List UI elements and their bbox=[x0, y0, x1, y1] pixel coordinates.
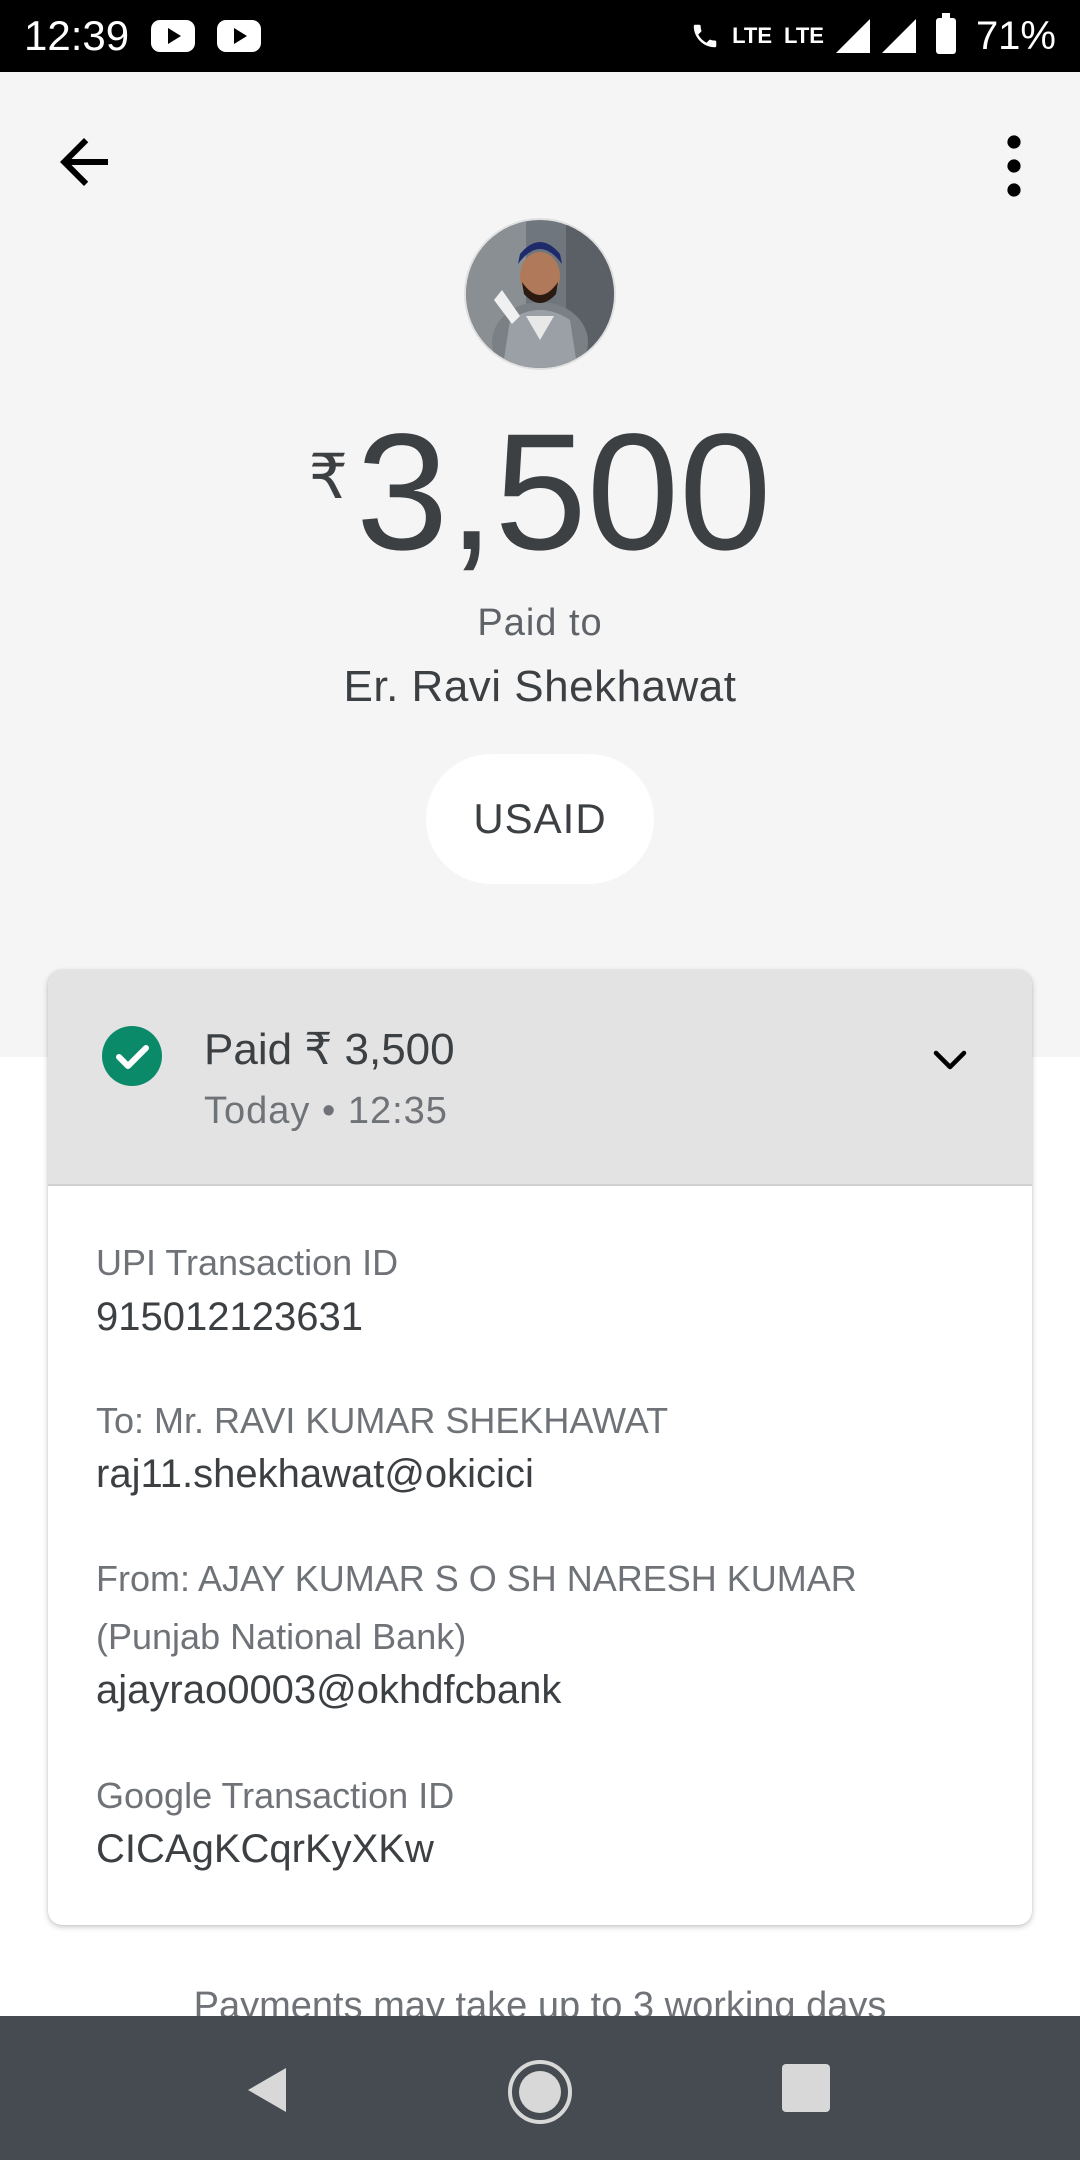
triangle-back-icon bbox=[248, 2068, 286, 2112]
status-time: 12:39 bbox=[24, 12, 130, 59]
network-type-2: LTE bbox=[784, 23, 824, 48]
from-label: From: AJAY KUMAR S O SH NARESH KUMAR bbox=[96, 1558, 857, 1599]
transaction-status-header[interactable]: Paid ₹ 3,500 Today • 12:35 bbox=[48, 970, 1032, 1186]
nav-back-button[interactable] bbox=[240, 2062, 296, 2118]
google-transaction-id-value: CICAgKCqrKyXKw bbox=[96, 1827, 434, 1871]
payment-amount: ₹3,500 bbox=[0, 410, 1080, 576]
youtube-notification-icon bbox=[151, 20, 196, 52]
status-time: Today • 12:35 bbox=[204, 1090, 448, 1132]
check-circle-icon bbox=[102, 1026, 162, 1086]
signal-icon bbox=[835, 19, 870, 53]
to-label: To: Mr. RAVI KUMAR SHEKHAWAT bbox=[96, 1400, 669, 1441]
from-upi-id: ajayrao0003@okhdfcbank bbox=[96, 1668, 562, 1712]
upi-transaction-id-value: 915012123631 bbox=[96, 1295, 363, 1339]
upi-transaction-id-label: UPI Transaction ID bbox=[96, 1242, 399, 1283]
from-bank-label: (Punjab National Bank) bbox=[96, 1616, 467, 1657]
call-icon bbox=[693, 24, 717, 48]
system-navigation-bar bbox=[0, 2016, 1080, 2160]
transaction-card: Paid ₹ 3,500 Today • 12:35 UPI Transacti… bbox=[48, 970, 1032, 1925]
network-type-1: LTE bbox=[732, 23, 773, 48]
payee-name: Er. Ravi Shekhawat bbox=[343, 662, 737, 711]
battery-icon bbox=[935, 13, 956, 54]
arrow-back-icon bbox=[60, 138, 108, 186]
more-options-button[interactable] bbox=[986, 130, 1042, 202]
status-bar: 12:39 LTE LTE 71% bbox=[0, 0, 1080, 72]
nav-recents-button[interactable] bbox=[782, 2064, 830, 2112]
payment-header: ₹3,500 Paid to Er. Ravi Shekhawat USAID bbox=[0, 72, 1080, 1057]
to-upi-id: raj11.shekhawat@okicici bbox=[96, 1452, 534, 1496]
more-vert-icon bbox=[1007, 135, 1021, 197]
home-circle-icon bbox=[508, 2060, 572, 2124]
payment-note-chip: USAID bbox=[426, 754, 654, 884]
currency-symbol: ₹ bbox=[308, 443, 349, 512]
status-title: Paid ₹ 3,500 bbox=[204, 1025, 455, 1074]
battery-level: 71% bbox=[975, 13, 1056, 58]
paid-to-label: Paid to bbox=[477, 602, 603, 644]
chevron-down-icon[interactable] bbox=[926, 1036, 974, 1084]
signal-icon bbox=[881, 19, 916, 53]
payee-avatar bbox=[464, 218, 616, 370]
google-transaction-id-label: Google Transaction ID bbox=[96, 1775, 455, 1816]
back-button[interactable] bbox=[48, 126, 120, 198]
nav-home-button[interactable] bbox=[506, 2058, 574, 2126]
amount-value: 3,500 bbox=[356, 400, 772, 585]
youtube-notification-icon bbox=[217, 20, 262, 52]
